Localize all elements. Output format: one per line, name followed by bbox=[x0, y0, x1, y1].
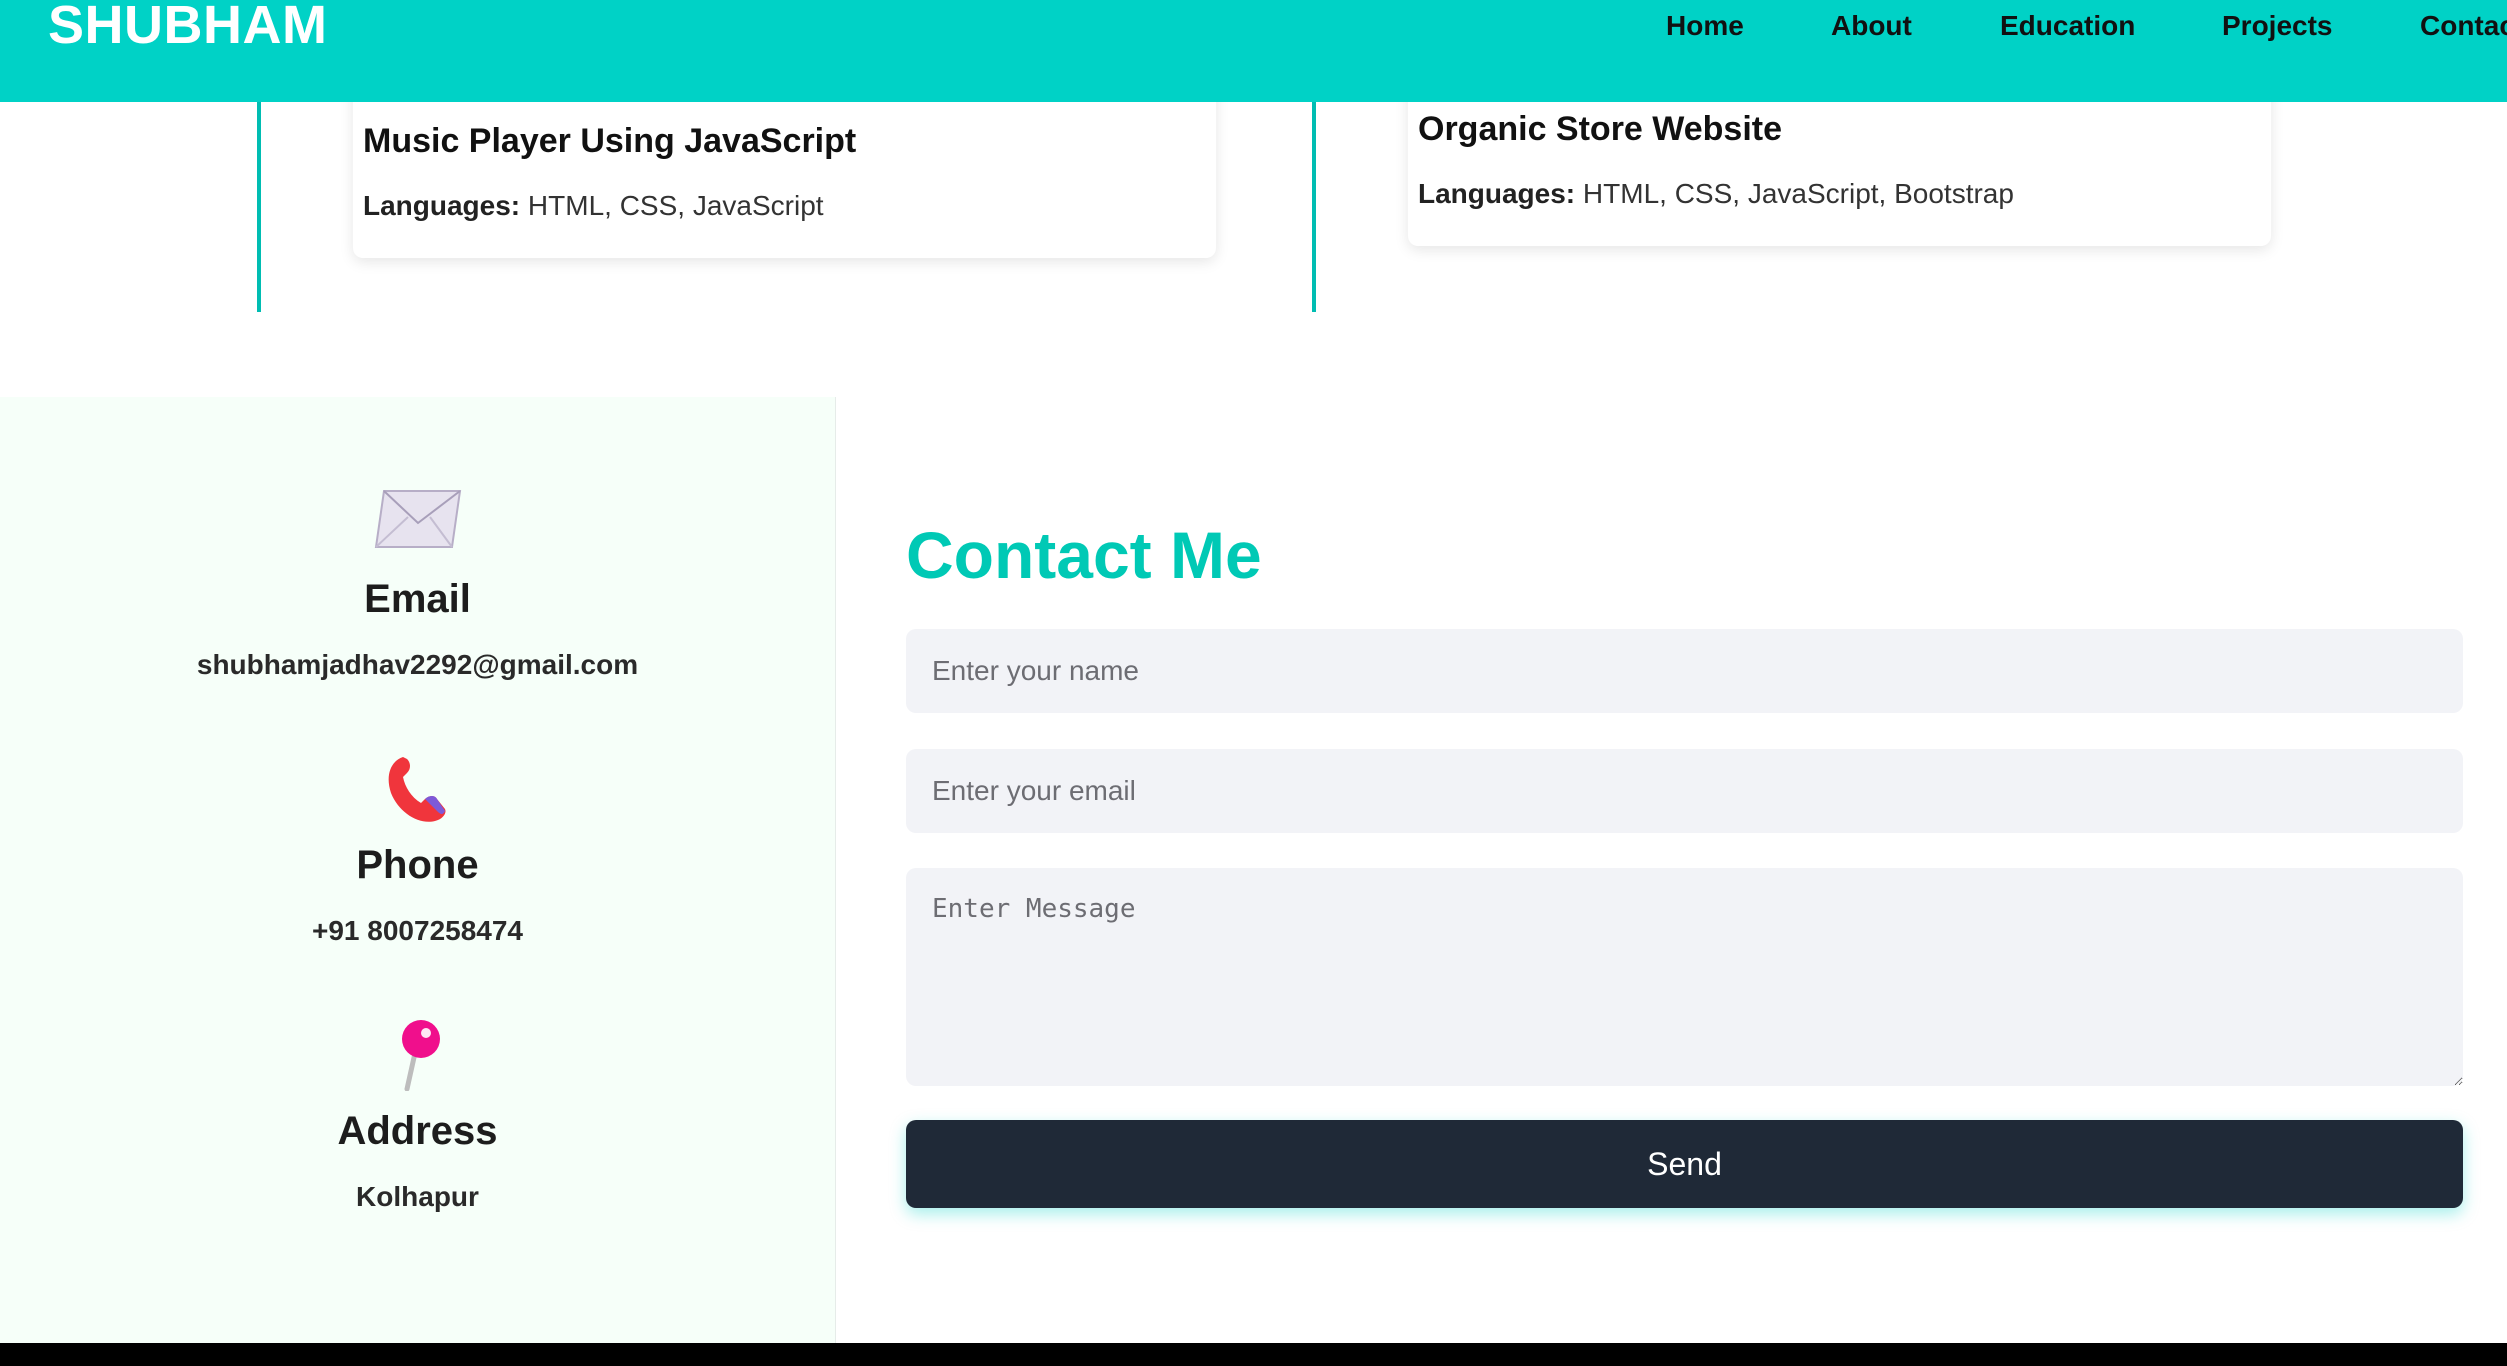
navbar: SHUBHAM Home About Education Projects Co… bbox=[0, 0, 2507, 102]
send-button[interactable]: Send bbox=[906, 1120, 2463, 1208]
nav-link-contact[interactable]: Contact bbox=[2420, 10, 2507, 42]
address-value: Kolhapur bbox=[356, 1181, 479, 1212]
message-textarea[interactable] bbox=[906, 868, 2463, 1086]
brand-logo[interactable]: SHUBHAM bbox=[48, 0, 328, 56]
project-title: Music Player Using JavaScript bbox=[363, 122, 857, 160]
footer-bar bbox=[0, 1343, 2507, 1366]
name-input[interactable] bbox=[906, 629, 2463, 713]
contact-form: Contact Me Send bbox=[836, 397, 2507, 1343]
phone-value: +91 8007258474 bbox=[312, 915, 523, 946]
address-label: Address bbox=[337, 1109, 498, 1153]
pushpin-icon bbox=[393, 1019, 443, 1096]
languages-value: HTML, CSS, JavaScript, Bootstrap bbox=[1582, 178, 2014, 209]
project-card-organic-store: Organic Store Website Languages: HTML, C… bbox=[1408, 80, 2271, 246]
project-title: Organic Store Website bbox=[1418, 110, 1783, 148]
envelope-icon bbox=[374, 489, 462, 554]
languages-label: Languages: bbox=[363, 190, 521, 221]
project-languages: Languages: HTML, CSS, JavaScript bbox=[363, 190, 824, 222]
nav-link-about[interactable]: About bbox=[1831, 10, 1912, 42]
languages-label: Languages: bbox=[1418, 178, 1576, 209]
email-input[interactable] bbox=[906, 749, 2463, 833]
project-card-music-player: Music Player Using JavaScript Languages:… bbox=[353, 80, 1216, 258]
email-label: Email bbox=[364, 577, 471, 621]
nav-link-projects[interactable]: Projects bbox=[2222, 10, 2333, 42]
timeline-line-right bbox=[1312, 102, 1316, 312]
phone-label: Phone bbox=[356, 843, 479, 887]
nav-link-education[interactable]: Education bbox=[2000, 10, 2135, 42]
timeline-line-left bbox=[257, 102, 261, 312]
phone-icon bbox=[385, 753, 451, 830]
nav-link-home[interactable]: Home bbox=[1666, 10, 1744, 42]
email-value: shubhamjadhav2292@gmail.com bbox=[196, 649, 639, 680]
languages-value: HTML, CSS, JavaScript bbox=[527, 190, 824, 221]
contact-info-panel: Email shubhamjadhav2292@gmail.com Phone … bbox=[0, 397, 836, 1343]
contact-form-title: Contact Me bbox=[906, 518, 1262, 592]
project-languages: Languages: HTML, CSS, JavaScript, Bootst… bbox=[1418, 178, 2014, 210]
